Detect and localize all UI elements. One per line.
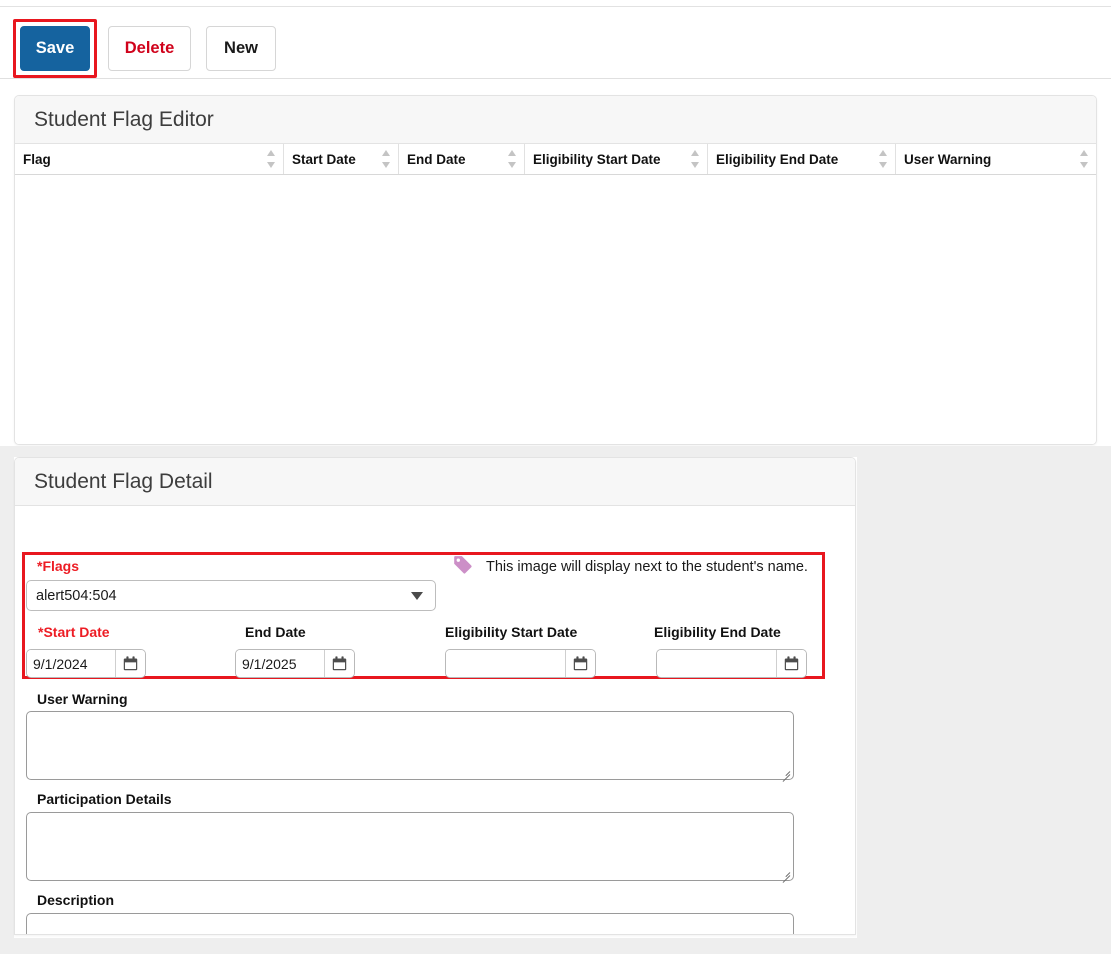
user-warning-textarea[interactable] xyxy=(26,711,794,782)
chevron-down-icon xyxy=(411,591,423,600)
detail-panel-title: Student Flag Detail xyxy=(34,469,213,493)
calendar-icon[interactable] xyxy=(565,650,595,677)
student-flag-editor-panel: Student Flag Editor Flag Start Date End … xyxy=(14,95,1097,445)
eligibility-end-date-field[interactable] xyxy=(656,649,807,678)
description-textarea[interactable] xyxy=(26,913,794,934)
column-header-eligibility-end-date-label: Eligibility End Date xyxy=(716,151,839,167)
column-header-flag-label: Flag xyxy=(23,151,51,167)
editor-panel-title: Student Flag Editor xyxy=(34,107,214,131)
action-toolbar: Save Delete New xyxy=(0,7,1111,79)
column-header-eligibility-end-date[interactable]: Eligibility End Date xyxy=(708,144,896,174)
tag-icon xyxy=(452,554,473,580)
eligibility-end-date-label: Eligibility End Date xyxy=(654,624,781,640)
sort-arrows-icon[interactable] xyxy=(1080,150,1089,168)
save-button-label: Save xyxy=(35,39,75,57)
flag-grid-header: Flag Start Date End Date Eligibility Sta… xyxy=(15,144,1096,175)
delete-button[interactable]: Delete xyxy=(108,26,191,71)
calendar-icon[interactable] xyxy=(115,650,145,677)
delete-button-label: Delete xyxy=(124,39,175,57)
description-label: Description xyxy=(37,892,114,908)
end-date-value[interactable]: 9/1/2025 xyxy=(236,650,324,677)
eligibility-end-date-label-text: Eligibility End Date xyxy=(654,624,781,640)
column-header-flag[interactable]: Flag xyxy=(15,144,284,174)
flags-label-text: Flags xyxy=(42,558,80,574)
column-header-user-warning[interactable]: User Warning xyxy=(896,144,1096,174)
column-header-end-date-label: End Date xyxy=(407,151,466,167)
bottom-page-background xyxy=(0,938,1111,954)
flag-image-hint-text: This image will display next to the stud… xyxy=(486,559,808,575)
editor-panel-header: Student Flag Editor xyxy=(15,96,1096,144)
eligibility-end-date-value[interactable] xyxy=(657,650,776,677)
eligibility-start-date-label-text: Eligibility Start Date xyxy=(445,624,578,640)
sort-arrows-icon[interactable] xyxy=(382,150,391,168)
calendar-icon[interactable] xyxy=(776,650,806,677)
column-header-start-date-label: Start Date xyxy=(292,151,356,167)
end-date-label: End Date xyxy=(245,624,306,640)
start-date-field[interactable]: 9/1/2024 xyxy=(26,649,146,678)
column-header-eligibility-start-date[interactable]: Eligibility Start Date xyxy=(525,144,708,174)
resize-handle-icon[interactable] xyxy=(779,866,791,883)
new-button-label: New xyxy=(224,39,258,57)
end-date-field[interactable]: 9/1/2025 xyxy=(235,649,355,678)
resize-handle-icon[interactable] xyxy=(779,765,791,782)
end-date-label-text: End Date xyxy=(245,624,306,640)
student-flag-detail-panel: Student Flag Detail *Flags alert504:504 … xyxy=(14,457,856,935)
eligibility-start-date-field[interactable] xyxy=(445,649,596,678)
left-page-background xyxy=(0,447,14,938)
user-warning-label-text: User Warning xyxy=(37,691,128,707)
participation-details-label: Participation Details xyxy=(37,791,172,807)
right-page-background xyxy=(857,457,1111,938)
eligibility-start-date-label: Eligibility Start Date xyxy=(445,624,577,640)
student-flag-screen: Save Delete New Student Flag Editor Flag… xyxy=(0,0,1111,954)
new-button[interactable]: New xyxy=(206,26,276,71)
flag-image-hint: This image will display next to the stud… xyxy=(452,554,808,580)
sort-arrows-icon[interactable] xyxy=(508,150,517,168)
flags-label: *Flags xyxy=(37,558,79,574)
user-warning-label: User Warning xyxy=(37,691,128,707)
flag-grid-body xyxy=(15,175,1096,444)
panel-gap-background xyxy=(0,446,1111,457)
flags-select[interactable]: alert504:504 xyxy=(26,580,436,611)
sort-arrows-icon[interactable] xyxy=(691,150,700,168)
sort-arrows-icon[interactable] xyxy=(267,150,276,168)
participation-details-textarea[interactable] xyxy=(26,812,794,883)
participation-details-label-text: Participation Details xyxy=(37,791,172,807)
eligibility-start-date-value[interactable] xyxy=(446,650,565,677)
start-date-label: *Start Date xyxy=(38,624,110,640)
description-label-text: Description xyxy=(37,892,115,908)
flags-select-value: alert504:504 xyxy=(36,587,117,604)
save-button[interactable]: Save xyxy=(20,26,90,71)
column-header-start-date[interactable]: Start Date xyxy=(284,144,399,174)
start-date-label-text: Start Date xyxy=(43,624,110,640)
calendar-icon[interactable] xyxy=(324,650,354,677)
sort-arrows-icon[interactable] xyxy=(879,150,888,168)
column-header-end-date[interactable]: End Date xyxy=(399,144,525,174)
start-date-value[interactable]: 9/1/2024 xyxy=(27,650,115,677)
column-header-user-warning-label: User Warning xyxy=(904,151,992,167)
detail-panel-header: Student Flag Detail xyxy=(15,458,855,506)
column-header-eligibility-start-date-label: Eligibility Start Date xyxy=(533,151,661,167)
